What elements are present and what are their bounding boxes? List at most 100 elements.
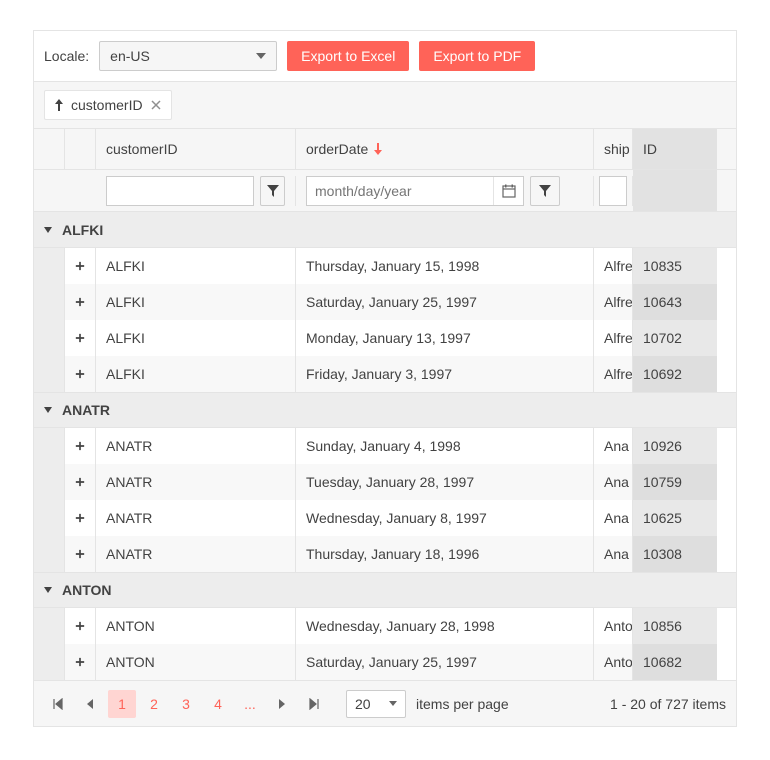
row-expand[interactable] [65, 356, 96, 392]
pager-page-1[interactable]: 1 [108, 690, 136, 718]
cell-shipName: Alfre [594, 248, 633, 284]
page-size-select[interactable]: 20 [346, 690, 406, 718]
row-expand[interactable] [65, 464, 96, 500]
plus-icon [75, 296, 85, 308]
plus-icon [75, 656, 85, 668]
group-name: ANATR [62, 402, 110, 418]
cell-id: 10682 [633, 644, 717, 680]
collapse-icon [44, 407, 52, 413]
cell-customerID: ANATR [96, 464, 296, 500]
row-expand[interactable] [65, 608, 96, 644]
table-row[interactable]: ALFKIMonday, January 13, 1997Alfre10702 [34, 320, 736, 356]
group-header[interactable]: ANATR [34, 392, 736, 428]
filter-shipName-input[interactable] [599, 176, 627, 206]
row-expand[interactable] [65, 644, 96, 680]
table-row[interactable]: ANATRTuesday, January 28, 1997Ana10759 [34, 464, 736, 500]
group-header[interactable]: ALFKI [34, 212, 736, 248]
header-customerID[interactable]: customerID [96, 129, 296, 169]
pager-page-4[interactable]: 4 [204, 690, 232, 718]
table-row[interactable]: ALFKISaturday, January 25, 1997Alfre1064… [34, 284, 736, 320]
row-stub [34, 536, 65, 572]
header-stub [34, 129, 65, 169]
page-size-value: 20 [355, 696, 371, 712]
header-id[interactable]: ID [633, 129, 717, 169]
row-stub [34, 608, 65, 644]
close-icon[interactable] [151, 100, 161, 110]
cell-orderDate: Sunday, January 4, 1998 [296, 428, 594, 464]
table-row[interactable]: ANATRSunday, January 4, 1998Ana10926 [34, 428, 736, 464]
filter-customerID-button[interactable] [260, 176, 285, 206]
group-panel[interactable]: customerID [34, 81, 736, 129]
cell-orderDate: Saturday, January 25, 1997 [296, 284, 594, 320]
cell-orderDate: Thursday, January 15, 1998 [296, 248, 594, 284]
header-expand [65, 129, 96, 169]
calendar-icon[interactable] [493, 177, 523, 205]
table-row[interactable]: ANTONWednesday, January 28, 1998Anto1085… [34, 608, 736, 644]
header-orderDate[interactable]: orderDate [296, 129, 594, 169]
collapse-icon [44, 227, 52, 233]
cell-orderDate: Friday, January 3, 1997 [296, 356, 594, 392]
cell-orderDate: Wednesday, January 28, 1998 [296, 608, 594, 644]
plus-icon [75, 620, 85, 632]
pager-first-button[interactable] [44, 690, 72, 718]
pager-last-button[interactable] [300, 690, 328, 718]
row-stub [34, 356, 65, 392]
export-pdf-button[interactable]: Export to PDF [419, 41, 535, 71]
cell-shipName: Ana [594, 536, 633, 572]
group-header[interactable]: ANTON [34, 572, 736, 608]
pager-prev-button[interactable] [76, 690, 104, 718]
cell-customerID: ALFKI [96, 248, 296, 284]
table-row[interactable]: ALFKIFriday, January 3, 1997Alfre10692 [34, 356, 736, 392]
chevron-down-icon [256, 53, 266, 59]
group-name: ANTON [62, 582, 112, 598]
cell-id: 10625 [633, 500, 717, 536]
locale-value: en-US [110, 48, 256, 64]
row-expand[interactable] [65, 320, 96, 356]
filter-icon [538, 184, 552, 198]
plus-icon [75, 512, 85, 524]
table-row[interactable]: ANATRThursday, January 18, 1996Ana10308 [34, 536, 736, 572]
cell-shipName: Alfre [594, 356, 633, 392]
row-expand[interactable] [65, 248, 96, 284]
header-shipName[interactable]: ship [594, 129, 633, 169]
row-stub [34, 320, 65, 356]
table-row[interactable]: ANATRWednesday, January 8, 1997Ana10625 [34, 500, 736, 536]
row-stub [34, 500, 65, 536]
row-expand[interactable] [65, 500, 96, 536]
cell-id: 10835 [633, 248, 717, 284]
cell-shipName: Ana [594, 428, 633, 464]
pager-page-3[interactable]: 3 [172, 690, 200, 718]
page-size-label: items per page [416, 696, 509, 712]
row-expand[interactable] [65, 428, 96, 464]
export-excel-button[interactable]: Export to Excel [287, 41, 409, 71]
plus-icon [75, 332, 85, 344]
filter-orderDate-button[interactable] [530, 176, 560, 206]
row-expand[interactable] [65, 536, 96, 572]
table-row[interactable]: ALFKIThursday, January 15, 1998Alfre1083… [34, 248, 736, 284]
group-chip-label: customerID [71, 97, 143, 113]
plus-icon [75, 476, 85, 488]
plus-icon [75, 260, 85, 272]
cell-shipName: Alfre [594, 284, 633, 320]
pager-next-button[interactable] [268, 690, 296, 718]
cell-customerID: ALFKI [96, 284, 296, 320]
cell-customerID: ANTON [96, 644, 296, 680]
row-expand[interactable] [65, 284, 96, 320]
group-chip-customerID[interactable]: customerID [44, 90, 172, 120]
cell-id: 10692 [633, 356, 717, 392]
pager-ellipsis[interactable]: ... [236, 690, 264, 718]
locale-label: Locale: [44, 48, 89, 64]
row-stub [34, 248, 65, 284]
cell-customerID: ANATR [96, 500, 296, 536]
cell-id: 10702 [633, 320, 717, 356]
cell-orderDate: Monday, January 13, 1997 [296, 320, 594, 356]
row-stub [34, 284, 65, 320]
pager-page-2[interactable]: 2 [140, 690, 168, 718]
filter-orderDate-input-wrap [306, 176, 524, 206]
plus-icon [75, 368, 85, 380]
table-row[interactable]: ANTONSaturday, January 25, 1997Anto10682 [34, 644, 736, 680]
cell-customerID: ANATR [96, 536, 296, 572]
filter-customerID-input[interactable] [106, 176, 254, 206]
locale-select[interactable]: en-US [99, 41, 277, 71]
filter-orderDate-input[interactable] [307, 177, 493, 205]
